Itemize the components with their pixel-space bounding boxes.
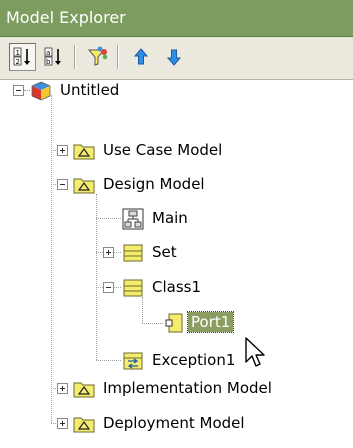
svg-text:1: 1 xyxy=(15,49,19,57)
sort-alphabetic-ascending-icon: a b xyxy=(44,47,61,66)
class-icon xyxy=(123,279,143,297)
tree-connector xyxy=(142,323,163,324)
tree-node-class1[interactable]: Class1 xyxy=(149,277,204,297)
class-icon xyxy=(123,244,143,262)
tree-node-deployment-model[interactable]: Deployment Model xyxy=(100,413,248,433)
tree-node-main[interactable]: Main xyxy=(149,208,191,228)
expand-toggle[interactable] xyxy=(103,247,114,258)
explorer-titlebar: Model Explorer xyxy=(0,0,353,37)
expand-toggle[interactable] xyxy=(13,85,24,96)
diagram-icon xyxy=(122,208,144,230)
expand-toggle[interactable] xyxy=(57,418,68,429)
tree-connector xyxy=(96,218,121,219)
tree-node-design-model[interactable]: Design Model xyxy=(100,174,208,194)
model-folder-icon xyxy=(73,417,95,433)
move-up-button[interactable] xyxy=(127,43,154,71)
sort-alphabetic-button[interactable]: a b xyxy=(40,43,67,71)
expand-toggle[interactable] xyxy=(57,383,68,394)
model-folder-icon xyxy=(73,144,95,160)
exception-icon xyxy=(123,352,143,370)
model-folder-icon xyxy=(73,178,95,194)
svg-text:a: a xyxy=(46,49,50,57)
move-down-button[interactable] xyxy=(160,43,187,71)
model-folder-icon xyxy=(73,382,95,398)
port-icon xyxy=(165,313,183,333)
expand-toggle[interactable] xyxy=(57,145,68,156)
tree-node-untitled[interactable]: Untitled xyxy=(57,80,122,100)
model-tree: Untitled Use Case Model Design Model Mai… xyxy=(0,80,353,448)
toolbar-separator xyxy=(117,45,119,69)
sort-numeric-ascending-icon: 1 2 xyxy=(13,47,30,66)
expand-toggle[interactable] xyxy=(57,179,68,190)
tree-node-implementation-model[interactable]: Implementation Model xyxy=(100,378,275,398)
tree-node-use-case-model[interactable]: Use Case Model xyxy=(100,140,225,160)
tree-connector xyxy=(96,360,121,361)
explorer-toolbar: 1 2 a b xyxy=(0,37,353,80)
tree-node-exception1[interactable]: Exception1 xyxy=(149,350,238,370)
filter-button[interactable] xyxy=(84,43,111,71)
tree-connector xyxy=(142,297,143,323)
svg-text:b: b xyxy=(46,58,51,66)
project-cube-icon xyxy=(31,81,51,101)
move-up-arrow-icon xyxy=(133,48,148,65)
move-down-arrow-icon xyxy=(166,49,181,66)
toolbar-separator xyxy=(74,45,76,69)
expand-toggle[interactable] xyxy=(103,282,114,293)
tree-node-set[interactable]: Set xyxy=(149,242,180,262)
svg-text:2: 2 xyxy=(15,58,19,66)
tree-connector xyxy=(51,95,52,423)
panel-title: Model Explorer xyxy=(6,8,126,27)
tree-node-port1[interactable]: Port1 xyxy=(186,311,235,333)
mouse-pointer-icon xyxy=(245,337,265,367)
filter-icon xyxy=(87,46,107,66)
sort-numeric-button[interactable]: 1 2 xyxy=(9,43,36,71)
